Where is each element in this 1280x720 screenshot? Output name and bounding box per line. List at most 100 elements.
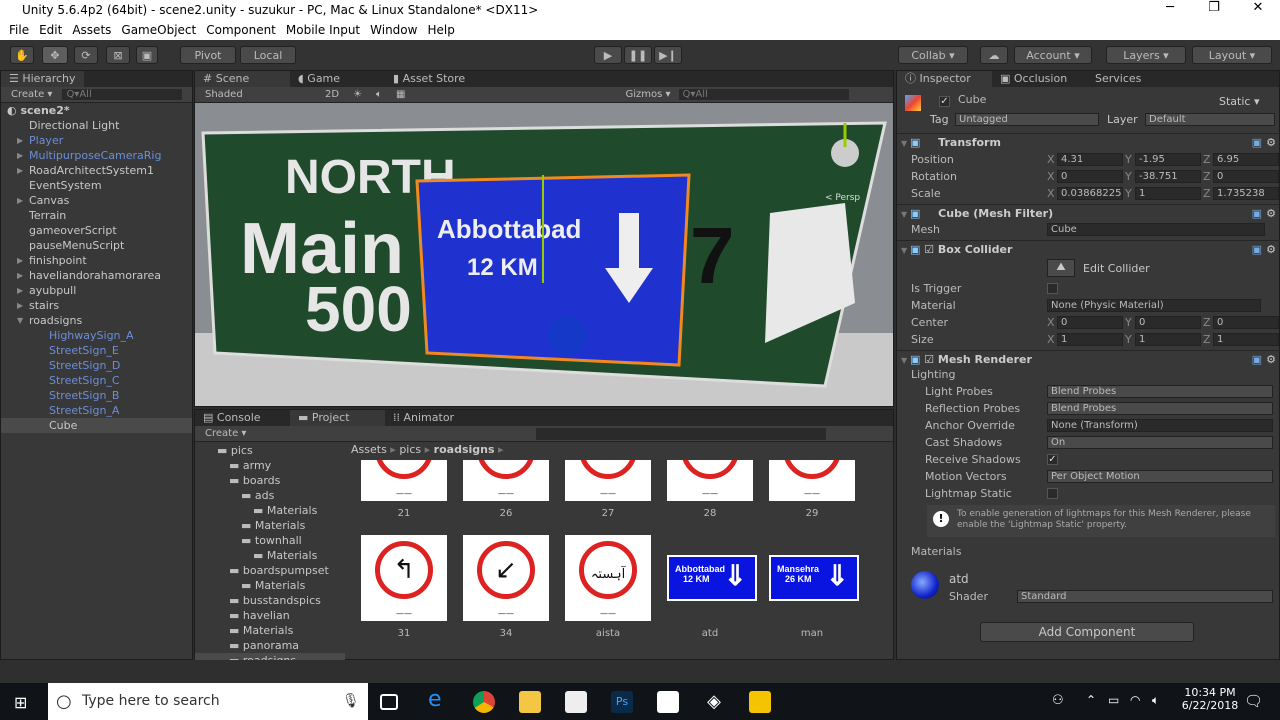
photoshop-icon[interactable]: Ps [611, 691, 633, 713]
hand-tool-icon[interactable]: ✋ [10, 46, 34, 64]
menu-mobile-input[interactable]: Mobile Input [285, 23, 361, 37]
hierarchy-item[interactable]: ▼ roadsigns [1, 313, 192, 328]
folder-item[interactable]: ▬ havelian [195, 608, 345, 623]
component-header[interactable]: ▼ ▣ Cube (Mesh Filter) ▣ ⚙ [897, 204, 1280, 222]
foldout-arrow-icon[interactable]: ▼ [901, 356, 910, 365]
active-checkbox[interactable]: ✓ [939, 96, 950, 107]
store-icon[interactable] [565, 691, 587, 713]
gizmo-handle[interactable] [547, 315, 587, 355]
asset-thumbnail[interactable]: ↰ —— [361, 535, 447, 621]
close-button[interactable]: ✕ [1236, 0, 1280, 20]
layout-button[interactable]: Layout ▾ [1192, 46, 1272, 64]
asset-thumbnail[interactable]: ↙ —— [463, 535, 549, 621]
asset-thumbnail[interactable]: —— [667, 460, 753, 501]
y-field[interactable]: -38.751 [1135, 170, 1201, 183]
scale-tool-icon[interactable]: ⊠ [106, 46, 130, 64]
folder-item[interactable]: ▬ townhall [195, 533, 345, 548]
tab-services[interactable]: Services [1087, 71, 1197, 87]
component-header[interactable]: ▼ ▣ ☑ Mesh Renderer ▣ ⚙ [897, 350, 1280, 368]
rotate-tool-icon[interactable]: ⟳ [74, 46, 98, 64]
foldout-arrow-icon[interactable]: ▼ [901, 210, 910, 219]
hierarchy-item[interactable]: Cube [1, 418, 192, 433]
gear-icon[interactable]: ⚙ [1266, 205, 1276, 223]
gear-icon[interactable]: ⚙ [1266, 134, 1276, 152]
hierarchy-item[interactable]: Directional Light [1, 118, 192, 133]
folder-item[interactable]: ▬ busstandspics [195, 593, 345, 608]
folder-item[interactable]: ▬ pics [195, 443, 345, 458]
y-field[interactable]: -1.95 [1135, 153, 1201, 166]
folder-item[interactable]: ▬ boardspumpset [195, 563, 345, 578]
physic-material-field[interactable]: None (Physic Material) [1047, 299, 1261, 312]
help-icon[interactable]: ▣ [1252, 134, 1262, 152]
reflection-dropdown[interactable]: Blend Probes [1047, 402, 1273, 415]
tab-hierarchy[interactable]: ☰ Hierarchy [1, 71, 84, 87]
task-view-icon[interactable] [380, 694, 398, 710]
shading-mode-dropdown[interactable]: Shaded [205, 89, 315, 100]
x-field[interactable]: 0.03868225 [1057, 187, 1123, 200]
menu-edit[interactable]: Edit [38, 23, 63, 37]
hierarchy-item[interactable]: StreetSign_C [1, 373, 192, 388]
collapsed-arrow-icon[interactable]: ▶ [17, 253, 23, 268]
menu-help[interactable]: Help [426, 23, 455, 37]
hierarchy-search-input[interactable]: Q▾All [62, 89, 183, 100]
hierarchy-item[interactable]: EventSystem [1, 178, 192, 193]
pause-button[interactable]: ❚❚ [624, 46, 652, 64]
anchor-dropdown[interactable]: None (Transform) [1047, 419, 1273, 432]
asset-thumbnail[interactable]: Abbottabad 12 KM ⇓ [667, 535, 757, 621]
windows-start-icon[interactable]: ⊞ [14, 693, 27, 712]
receive-shadows-checkbox[interactable]: ✓ [1047, 454, 1058, 465]
x-field[interactable]: 0 [1057, 170, 1123, 183]
2d-toggle[interactable]: 2D [325, 89, 339, 100]
asset-thumbnail[interactable]: آہستہ —— [565, 535, 651, 621]
help-icon[interactable]: ▣ [1252, 241, 1262, 259]
asset-thumbnail[interactable]: —— [565, 460, 651, 501]
component-enabled-checkbox[interactable]: ☑ [924, 353, 938, 366]
asset-thumbnail[interactable]: —— [361, 460, 447, 501]
y-field[interactable]: 0 [1135, 316, 1201, 329]
folder-item[interactable]: ▬ Materials [195, 623, 345, 638]
hierarchy-item[interactable]: HighwaySign_A [1, 328, 192, 343]
hierarchy-item[interactable]: StreetSign_D [1, 358, 192, 373]
asset-thumbnail[interactable]: —— [769, 460, 855, 501]
expanded-arrow-icon[interactable]: ▼ [17, 313, 23, 328]
tab-scene[interactable]: # Scene [195, 71, 290, 87]
taskbar-search-input[interactable]: ○ Type here to search 🎙︎ [48, 683, 368, 720]
z-field[interactable]: 0 [1213, 170, 1279, 183]
hierarchy-item[interactable]: pauseMenuScript [1, 238, 192, 253]
layer-dropdown[interactable]: Default [1145, 113, 1275, 126]
step-button[interactable]: ▶❙ [654, 46, 682, 64]
notifications-icon[interactable]: 🗨︎ [1244, 692, 1263, 710]
layers-button[interactable]: Layers ▾ [1106, 46, 1186, 64]
gear-icon[interactable]: ⚙ [1266, 241, 1276, 259]
scene-search-input[interactable]: Q▾All [678, 89, 849, 100]
edge-icon[interactable]: e [428, 687, 450, 712]
hierarchy-item[interactable]: ▶ stairs [1, 298, 192, 313]
account-button[interactable]: Account ▾ [1014, 46, 1092, 64]
chrome-icon[interactable] [473, 691, 495, 713]
folder-item[interactable]: ▬ Materials [195, 578, 345, 593]
component-header[interactable]: ▼ ▣ Transform ▣ ⚙ [897, 133, 1280, 151]
collapsed-arrow-icon[interactable]: ▶ [17, 193, 23, 208]
breadcrumb-item[interactable]: roadsigns [434, 443, 495, 456]
z-field[interactable]: 6.95 [1213, 153, 1279, 166]
sticky-app-icon[interactable] [749, 691, 771, 713]
collapsed-arrow-icon[interactable]: ▶ [17, 283, 23, 298]
mesh-field[interactable]: Cube [1047, 223, 1265, 236]
y-field[interactable]: 1 [1135, 333, 1201, 346]
menu-component[interactable]: Component [205, 23, 277, 37]
z-field[interactable]: 0 [1213, 316, 1279, 329]
people-icon[interactable]: ⚇ [1052, 693, 1064, 708]
file-explorer-icon[interactable] [519, 691, 541, 713]
pivot-button[interactable]: Pivot [180, 46, 236, 64]
tab-animator[interactable]: ⁞⁞ Animator [385, 410, 495, 426]
help-icon[interactable]: ▣ [1252, 351, 1262, 369]
asset-thumbnail[interactable]: Mansehra 26 KM ⇓ [769, 535, 859, 621]
play-button[interactable]: ▶ [594, 46, 622, 64]
tab-asset-store[interactable]: ▮ Asset Store [385, 71, 495, 87]
folder-item[interactable]: ▬ Materials [195, 518, 345, 533]
hierarchy-item[interactable]: StreetSign_E [1, 343, 192, 358]
z-field[interactable]: 1.735238 [1213, 187, 1279, 200]
project-search-input[interactable] [536, 427, 827, 440]
x-field[interactable]: 1 [1057, 333, 1123, 346]
lighting-toggle-icon[interactable]: ☀ [353, 89, 362, 100]
